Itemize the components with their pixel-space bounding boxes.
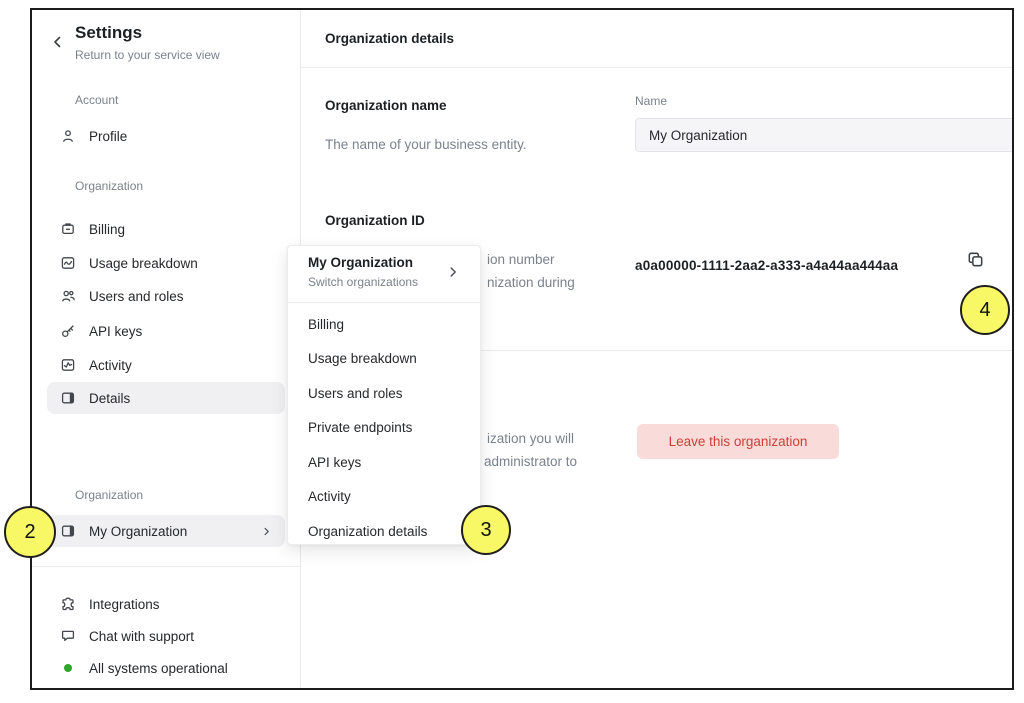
sidebar-item-label: Usage breakdown	[89, 256, 198, 271]
sidebar-item-integrations[interactable]: Integrations	[47, 588, 285, 620]
dropdown-header-my-organization[interactable]: My Organization Switch organizations	[288, 246, 480, 301]
sidebar-item-users-and-roles[interactable]: Users and roles	[47, 280, 285, 312]
sidebar-item-label: Profile	[89, 129, 127, 144]
org-id-value: a0a00000-1111-2aa2-a333-a4a44aa444aa	[635, 258, 898, 273]
org-name-description: The name of your business entity.	[325, 137, 527, 152]
header-divider	[300, 67, 1012, 68]
org-id-description-fragment: ion number	[487, 252, 555, 267]
organization-icon	[60, 523, 76, 539]
dropdown-divider	[288, 302, 480, 303]
details-icon	[60, 390, 76, 406]
org-id-description-fragment: nization during	[487, 275, 575, 290]
name-field-label: Name	[635, 94, 667, 108]
dropdown-item-private-endpoints[interactable]: Private endpoints	[288, 411, 480, 443]
copy-icon[interactable]	[966, 250, 985, 269]
dropdown-item-usage-breakdown[interactable]: Usage breakdown	[288, 342, 480, 374]
back-chevron-icon[interactable]	[50, 34, 66, 50]
sidebar-item-label: Billing	[89, 222, 125, 237]
leave-description-fragment: administrator to	[484, 454, 577, 469]
activity-icon	[60, 357, 76, 373]
chevron-right-icon	[261, 526, 272, 537]
sidebar-subtitle: Return to your service view	[75, 48, 220, 62]
key-icon	[60, 323, 76, 339]
sidebar-item-chat-support[interactable]: Chat with support	[47, 620, 285, 652]
dropdown-item-activity[interactable]: Activity	[288, 480, 480, 512]
sidebar-item-billing[interactable]: Billing	[47, 213, 285, 245]
sidebar-item-activity[interactable]: Activity	[47, 349, 285, 381]
annotation-badge-3: 3	[461, 505, 511, 555]
sidebar-item-label: Chat with support	[89, 629, 194, 644]
annotation-badge-2: 2	[4, 506, 56, 558]
sidebar-title: Settings	[75, 23, 142, 43]
leave-organization-button[interactable]: Leave this organization	[637, 424, 839, 459]
billing-icon	[60, 221, 76, 237]
chat-icon	[60, 628, 76, 644]
sidebar-item-system-status[interactable]: All systems operational	[47, 652, 285, 684]
puzzle-icon	[60, 596, 76, 612]
app-window: Settings Return to your service view Acc…	[30, 8, 1014, 690]
dropdown-item-users-and-roles[interactable]: Users and roles	[288, 377, 480, 409]
section-label-organization-2: Organization	[75, 488, 143, 502]
org-name-heading: Organization name	[325, 98, 447, 113]
page-title: Organization details	[325, 31, 454, 46]
dropdown-item-billing[interactable]: Billing	[288, 308, 480, 340]
user-icon	[60, 128, 76, 144]
sidebar-item-usage-breakdown[interactable]: Usage breakdown	[47, 247, 285, 279]
org-name-input[interactable]	[635, 118, 1014, 152]
sidebar-item-my-organization[interactable]: My Organization	[47, 515, 285, 547]
sidebar-item-label: My Organization	[89, 524, 187, 539]
dropdown-item-organization-details[interactable]: Organization details	[288, 515, 480, 547]
section-label-account: Account	[75, 93, 118, 107]
organization-dropdown-menu: My Organization Switch organizations Bil…	[287, 245, 481, 545]
dropdown-item-api-keys[interactable]: API keys	[288, 446, 480, 478]
org-id-heading: Organization ID	[325, 213, 425, 228]
sidebar-item-label: API keys	[89, 324, 142, 339]
sidebar-item-label: Details	[89, 391, 130, 406]
dropdown-title: My Organization	[308, 255, 413, 270]
status-label: All systems operational	[89, 661, 228, 676]
sidebar-item-profile[interactable]: Profile	[47, 120, 285, 152]
sidebar-divider	[32, 566, 300, 567]
chevron-right-icon	[446, 265, 460, 279]
annotation-badge-4: 4	[960, 285, 1010, 335]
leave-description-fragment: ization you will	[487, 431, 574, 446]
sidebar-item-label: Users and roles	[89, 289, 184, 304]
page: Settings Return to your service view Acc…	[0, 0, 1024, 703]
sidebar-item-details[interactable]: Details	[47, 382, 285, 414]
sidebar-item-label: Activity	[89, 358, 132, 373]
sidebar-item-label: Integrations	[89, 597, 160, 612]
dropdown-subtitle: Switch organizations	[308, 275, 418, 289]
section-label-organization: Organization	[75, 179, 143, 193]
usage-chart-icon	[60, 255, 76, 271]
users-icon	[60, 288, 76, 304]
status-dot-icon	[64, 664, 72, 672]
sidebar-item-api-keys[interactable]: API keys	[47, 315, 285, 347]
